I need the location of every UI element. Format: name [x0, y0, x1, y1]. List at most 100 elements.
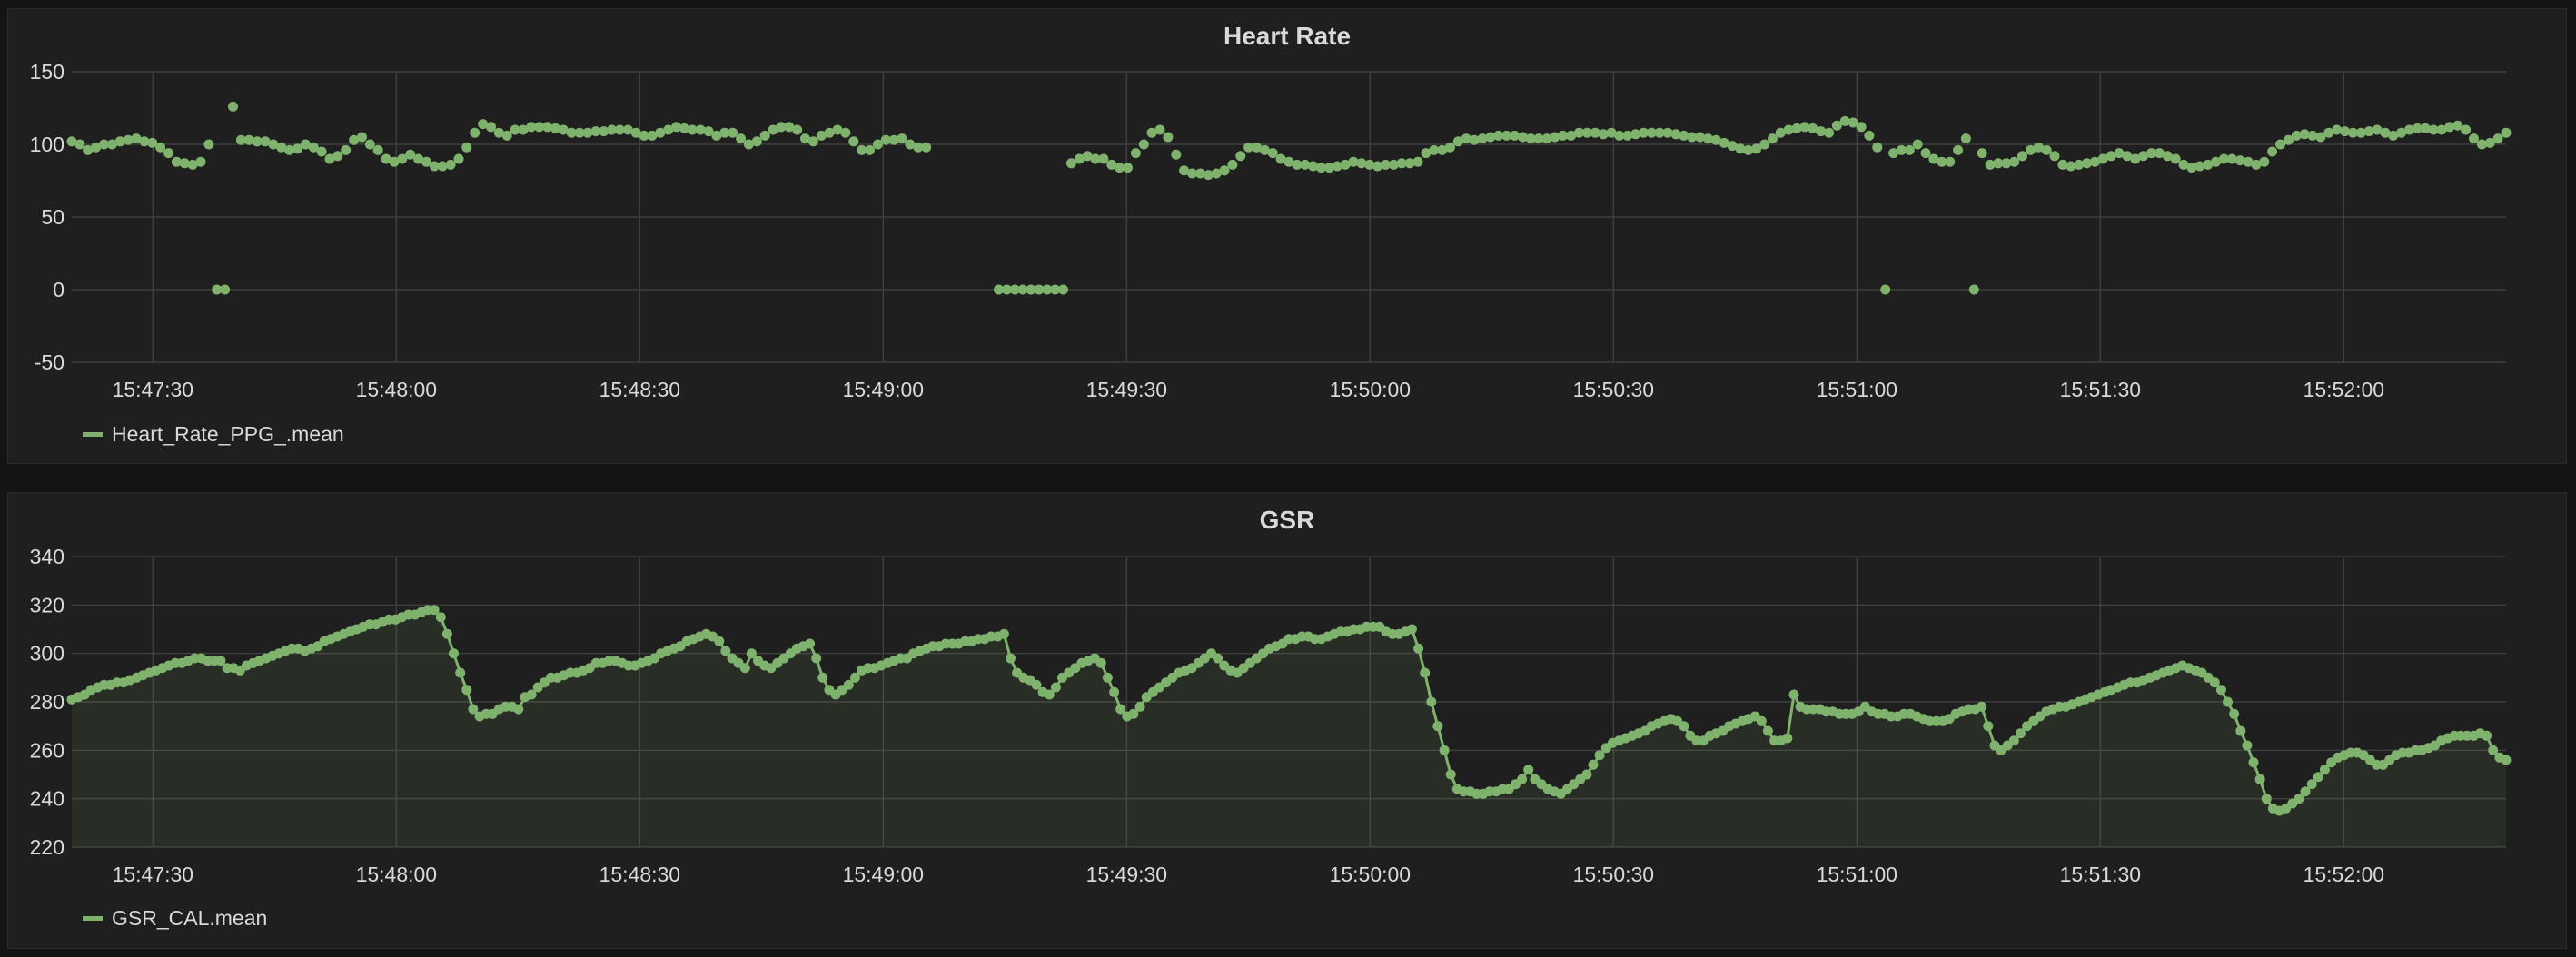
- data-point: [1872, 142, 1883, 153]
- data-point: [728, 127, 738, 138]
- x-tick-label: 15:48:00: [356, 863, 438, 886]
- data-point: [2235, 725, 2246, 736]
- data-point: [501, 130, 512, 141]
- data-point: [1856, 122, 1867, 133]
- x-tick-label: 15:50:00: [1330, 378, 1412, 401]
- data-point: [453, 153, 464, 164]
- data-point: [2259, 156, 2270, 167]
- data-point: [840, 127, 851, 138]
- data-point: [1679, 721, 1689, 732]
- data-point: [1138, 139, 1149, 150]
- data-point: [2215, 685, 2226, 696]
- data-point: [1581, 769, 1592, 780]
- data-point: [203, 139, 214, 150]
- data-point: [1756, 715, 1767, 726]
- heart-rate-chart[interactable]: 150 100 50 0 -50 15:47:30 15:48:00 15:48:30 15:4…: [8, 9, 2568, 465]
- data-point: [848, 136, 859, 147]
- legend-swatch: [83, 916, 103, 921]
- data-point: [1920, 148, 1931, 159]
- data-point: [1945, 156, 1956, 167]
- data-point: [1782, 733, 1793, 744]
- data-point: [1102, 672, 1113, 683]
- x-tick-label: 15:51:30: [2060, 863, 2142, 886]
- data-point: [1912, 139, 1923, 150]
- data-point: [1588, 759, 1599, 770]
- gsr-legend[interactable]: GSR_CAL.mean: [83, 906, 267, 931]
- heart-rate-legend[interactable]: Heart_Rate_PPG_.mean: [83, 422, 344, 447]
- data-point: [1445, 769, 1456, 780]
- data-point: [1109, 686, 1120, 697]
- data-point: [513, 704, 524, 715]
- data-point: [2261, 794, 2272, 804]
- data-point: [807, 136, 818, 147]
- data-point: [1517, 774, 1528, 784]
- data-point: [1134, 701, 1145, 712]
- x-tick-label: 15:51:00: [1817, 378, 1898, 401]
- data-point: [364, 139, 375, 150]
- data-point: [1235, 151, 1246, 162]
- data-point: [817, 672, 828, 683]
- data-point: [1983, 721, 1994, 732]
- data-point: [1050, 682, 1061, 693]
- data-point: [751, 136, 762, 147]
- gsr-chart[interactable]: 340 320 300 280 260 240 220 15:47:30 15:48:00 15:…: [8, 493, 2568, 950]
- data-point: [2049, 151, 2060, 162]
- x-tick-label: 15:52:00: [2304, 378, 2385, 401]
- data-point: [2482, 730, 2492, 741]
- data-point: [2041, 144, 2052, 155]
- data-point: [865, 144, 875, 155]
- data-point: [1824, 127, 1835, 138]
- data-point: [811, 653, 822, 664]
- data-point: [736, 133, 747, 144]
- data-point: [445, 159, 456, 170]
- x-tick-label: 15:51:30: [2060, 378, 2142, 401]
- data-point: [2242, 740, 2253, 751]
- y-tick-label: 150: [30, 60, 64, 84]
- data-point: [998, 628, 1009, 639]
- series-area-fill: [72, 609, 2506, 847]
- x-tick-label: 15:50:30: [1573, 378, 1655, 401]
- data-point: [759, 130, 770, 141]
- data-point: [2267, 146, 2278, 157]
- data-point: [1123, 163, 1133, 173]
- data-point: [714, 636, 725, 646]
- data-point: [341, 144, 352, 155]
- data-point: [2009, 156, 2020, 167]
- data-point: [805, 638, 816, 649]
- data-point: [461, 142, 472, 153]
- x-tick-label: 15:49:00: [843, 378, 925, 401]
- y-tick-label: 260: [30, 738, 64, 762]
- data-point: [2170, 153, 2181, 164]
- legend-label-heart-rate[interactable]: Heart_Rate_PPG_.mean: [112, 422, 344, 447]
- data-point: [2017, 151, 2027, 162]
- x-tick-label: 15:47:30: [113, 378, 194, 401]
- data-point: [1904, 144, 1915, 155]
- y-tick-label: 0: [53, 278, 64, 301]
- x-tick-label: 15:48:30: [599, 863, 681, 886]
- data-point: [739, 663, 750, 674]
- data-point: [220, 284, 231, 295]
- x-tick-label: 15:51:00: [1817, 863, 1898, 886]
- data-point: [1219, 165, 1230, 176]
- data-point: [2229, 708, 2240, 719]
- legend-label-gsr[interactable]: GSR_CAL.mean: [112, 906, 267, 931]
- data-point: [1977, 701, 1987, 712]
- data-point: [163, 148, 173, 159]
- data-point: [1267, 148, 1278, 159]
- data-point: [2501, 755, 2512, 765]
- data-point: [332, 151, 343, 162]
- data-point: [1426, 696, 1437, 707]
- y-tick-label: 340: [30, 545, 64, 568]
- data-point: [1977, 148, 1987, 159]
- data-point: [1788, 689, 1799, 700]
- data-point: [357, 132, 367, 143]
- x-tick-label: 15:49:00: [843, 863, 925, 886]
- x-tick-label: 15:50:00: [1330, 863, 1412, 886]
- y-tick-label: 280: [30, 690, 64, 714]
- data-point: [1880, 284, 1891, 295]
- data-point: [1413, 643, 1424, 654]
- data-point: [897, 133, 907, 144]
- data-point: [2492, 133, 2503, 144]
- data-point: [2248, 757, 2259, 768]
- x-tick-label: 15:48:00: [356, 378, 438, 401]
